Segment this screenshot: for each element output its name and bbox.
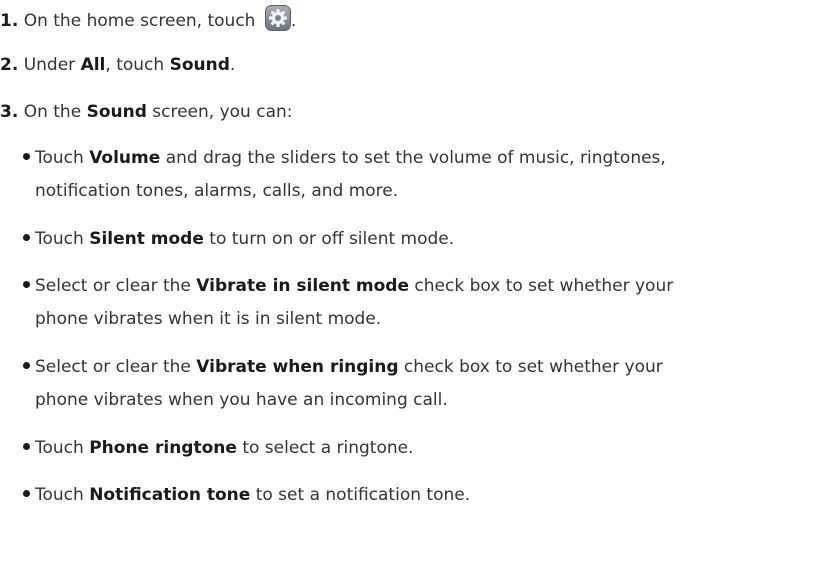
bullet-text: to set a notification tone.: [250, 485, 471, 505]
ui-term: Vibrate when ringing: [196, 357, 399, 377]
bullet-icon: [23, 489, 30, 497]
bullet-text: Touch: [35, 229, 90, 249]
step-text: .: [229, 55, 236, 75]
ui-term-sound: Sound: [86, 102, 147, 122]
bullet-text: Touch: [35, 438, 90, 458]
step-2: 2. Under All, touch Sound.: [0, 53, 235, 77]
bullet-text: Touch: [35, 148, 90, 168]
ui-term: Volume: [89, 148, 161, 168]
bullet-text: to turn on or off silent mode.: [203, 229, 455, 249]
gear-icon: [264, 5, 291, 31]
bullet-text: and drag the sliders to set the volume o…: [160, 148, 666, 168]
bullet-text: check box to set whether your: [398, 357, 663, 377]
step-text-end: .: [290, 11, 297, 31]
step-text: On the: [23, 102, 87, 122]
ui-term: Vibrate in silent mode: [196, 276, 409, 296]
bullet-item: Touch Volume and drag the sliders to set…: [23, 146, 666, 170]
step-1: 1. On the home screen, touch .: [0, 5, 297, 34]
bullet-icon: [23, 442, 30, 450]
ui-term: Notification tone: [89, 485, 251, 505]
ui-term: Silent mode: [89, 229, 204, 249]
ui-term-sound: Sound: [169, 55, 230, 75]
step-text: screen, you can:: [146, 102, 293, 122]
bullet-icon: [23, 361, 30, 369]
step-number: 3.: [0, 102, 19, 122]
bullet-continuation: phone vibrates when you have an incoming…: [35, 390, 448, 410]
bullet-text: to select a ringtone.: [236, 438, 414, 458]
step-number: 2.: [0, 55, 19, 75]
bullet-icon: [23, 280, 30, 288]
step-text: Under: [23, 55, 81, 75]
bullet-item: Select or clear the Vibrate in silent mo…: [23, 274, 673, 298]
step-number: 1.: [0, 11, 19, 31]
bullet-text: Touch: [35, 485, 90, 505]
bullet-item: Select or clear the Vibrate when ringing…: [23, 355, 663, 379]
bullet-item: Touch Phone ringtone to select a rington…: [23, 436, 414, 460]
bullet-text: check box to set whether your: [408, 276, 674, 296]
step-text: On the home screen, touch: [23, 11, 256, 31]
bullet-icon: [23, 233, 30, 241]
bullet-text: Select or clear the: [35, 276, 197, 296]
step-3: 3. On the Sound screen, you can:: [0, 100, 293, 124]
bullet-text: Select or clear the: [35, 357, 197, 377]
bullet-continuation: phone vibrates when it is in silent mode…: [35, 309, 382, 329]
bullet-item: Touch Notification tone to set a notific…: [23, 483, 470, 507]
ui-term: Phone ringtone: [89, 438, 237, 458]
ui-term-all: All: [80, 55, 106, 75]
bullet-continuation: notification tones, alarms, calls, and m…: [35, 181, 399, 201]
bullet-item: Touch Silent mode to turn on or off sile…: [23, 227, 454, 251]
document-page: 1. On the home screen, touch . 2. Under …: [0, 0, 818, 575]
bullet-icon: [23, 152, 30, 160]
step-text: , touch: [105, 55, 170, 75]
